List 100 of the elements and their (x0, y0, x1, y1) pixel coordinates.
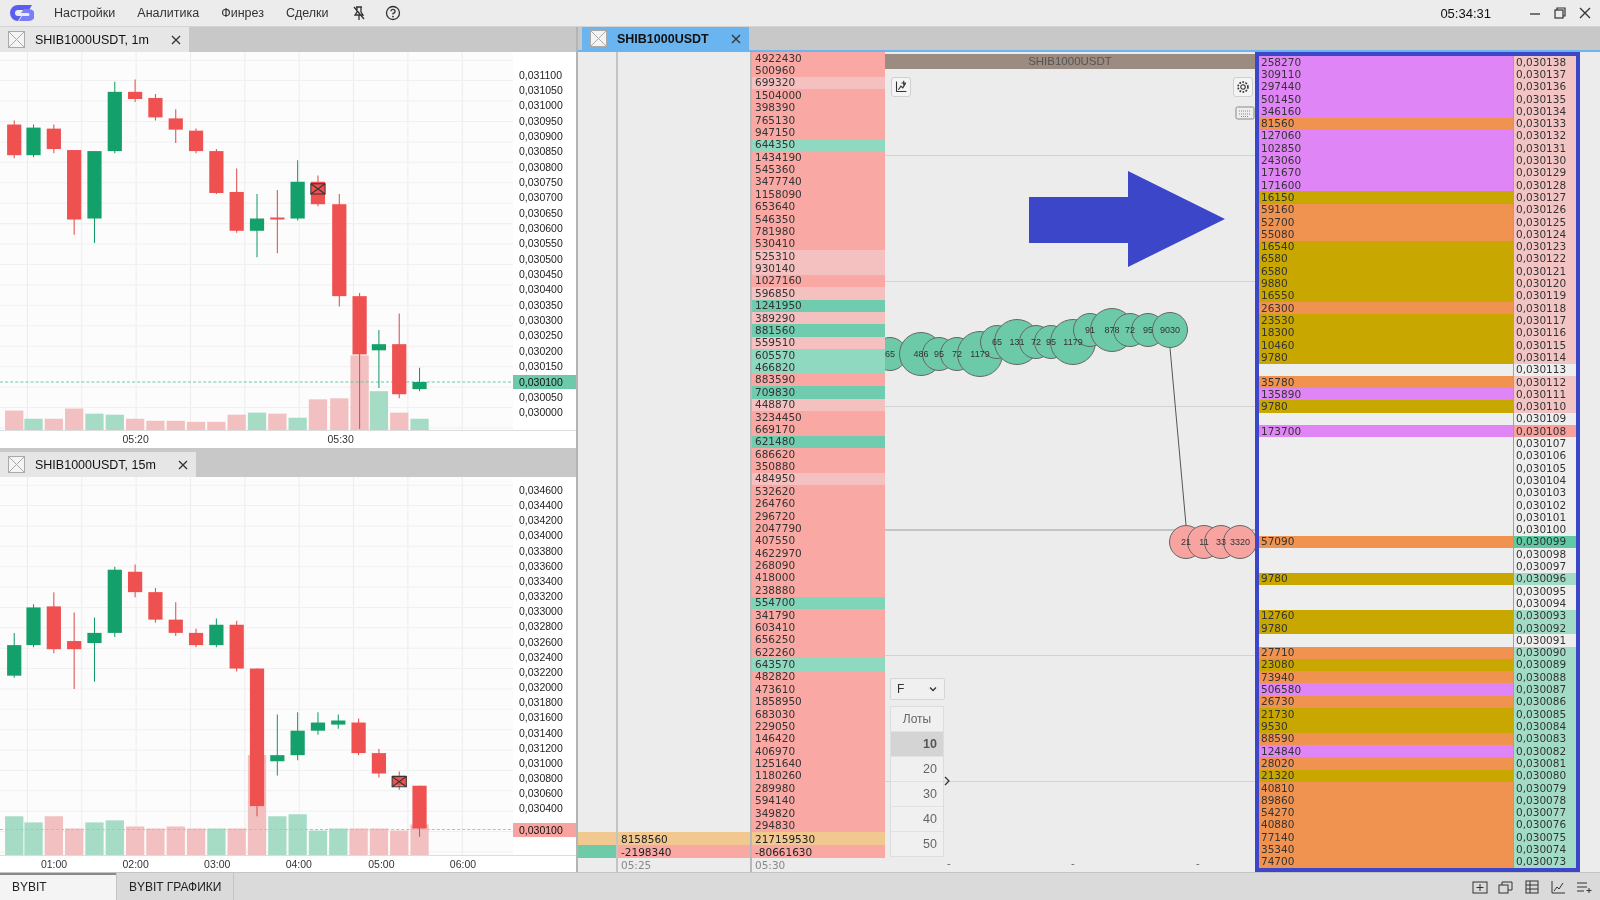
candle (229, 167, 244, 234)
price-axis-label: 0,032200 (519, 665, 563, 678)
time-axis-label: - (1196, 857, 1200, 869)
ladder-volume-cell: 506580 (1259, 683, 1513, 696)
volume-cell: 622260 (752, 646, 885, 659)
close-icon[interactable] (1578, 6, 1592, 20)
candle (249, 193, 265, 258)
candle (270, 189, 285, 254)
price-cell: 0,030113 (1513, 363, 1576, 376)
menu-item[interactable]: Сделки (285, 6, 329, 20)
price-axis-label: 0,030850 (519, 145, 563, 158)
chart-tab[interactable]: SHIB1000USDT, 1m (0, 27, 189, 52)
candle (46, 591, 61, 654)
volume-cell: 406970 (752, 745, 885, 758)
volume-bar (65, 828, 84, 855)
price-axis-label: 0,034000 (519, 529, 563, 542)
candle (46, 124, 61, 154)
list-icon[interactable] (1576, 879, 1592, 894)
candle (148, 587, 163, 624)
price-cell: 0,030099 (1513, 535, 1576, 549)
price-axis-label: 0,031400 (519, 726, 563, 739)
bubble-label: 72 (1031, 337, 1041, 347)
settings-icon[interactable] (1233, 77, 1253, 97)
close-icon[interactable] (177, 459, 188, 470)
ladder-volume-cell: 55080 (1259, 228, 1513, 241)
candle (351, 717, 366, 756)
bubble-label: 33 (1216, 537, 1226, 547)
total-cell: 8158560 (618, 832, 752, 845)
price-axis-label: 0,030050 (519, 390, 563, 403)
lot-size-option[interactable]: 40 (891, 806, 943, 831)
price-axis-label: 0,033200 (519, 590, 563, 603)
price-cell: 0,030088 (1513, 671, 1576, 684)
add-chart-icon[interactable] (891, 77, 911, 97)
exchange-tab[interactable]: BYBIT ГРАФИКИ (117, 873, 235, 900)
current-price-label: 0,030100 (513, 822, 576, 837)
ladder-volume-cell: 258270 (1259, 56, 1513, 69)
candle (26, 603, 41, 648)
restore-icon[interactable] (1553, 6, 1567, 20)
candle (7, 632, 22, 679)
bubble-label: 11 (1199, 537, 1209, 547)
price-axis-label: 0,030400 (519, 802, 563, 815)
close-icon[interactable] (730, 33, 741, 44)
volume-cell: 500960 (752, 64, 885, 77)
volume-bar (207, 828, 226, 855)
time-axis-label: 02:00 (122, 858, 149, 870)
volume-cell: 603410 (752, 621, 885, 634)
bubble-label: 9030 (1160, 325, 1180, 335)
table-icon[interactable] (1524, 879, 1540, 894)
price-cell: 0,030130 (1513, 154, 1576, 167)
chart-icon[interactable] (1550, 879, 1566, 894)
volume-cell: 781980 (752, 225, 885, 238)
time-axis-label: 01:00 (40, 858, 68, 870)
volume-cell: 947150 (752, 126, 885, 139)
ladder-volume-cell: 26300 (1259, 302, 1513, 315)
candle (229, 620, 244, 673)
app-logo-icon (8, 4, 34, 22)
volume-cell: 473610 (752, 683, 885, 696)
bubble-label: 486 (913, 349, 929, 359)
windows-icon[interactable] (1498, 879, 1514, 894)
menu-item[interactable]: Финрез (221, 6, 264, 20)
close-icon[interactable] (170, 34, 181, 45)
candle (290, 159, 305, 222)
time-axis-label: - (1071, 857, 1075, 869)
volume-bar (105, 820, 124, 855)
lot-size-option[interactable]: 20 (891, 756, 943, 781)
menu-item[interactable]: Настройки (54, 6, 116, 20)
filter-dropdown[interactable]: F (890, 678, 945, 700)
price-axis-label: 0,031800 (519, 696, 563, 709)
price-axis-label: 0,031100 (519, 68, 562, 81)
volume-bar (85, 822, 104, 855)
price-cell: 0,030134 (1513, 105, 1576, 118)
exchange-tab[interactable]: BYBIT (0, 873, 117, 900)
candle (310, 711, 326, 736)
price-axis-label: 0,034400 (519, 499, 563, 512)
price-cell: 0,030111 (1513, 388, 1576, 401)
chevron-icon[interactable] (943, 776, 951, 786)
price-axis-label: 0,030400 (519, 283, 563, 296)
price-cell: 0,030077 (1513, 806, 1576, 819)
volume-cell: 238880 (752, 584, 885, 597)
lot-size-option[interactable]: 10 (891, 731, 943, 756)
bubble-label: 1179 (1063, 337, 1083, 347)
volume-bar (125, 826, 145, 855)
candle (7, 119, 22, 159)
lots-header: Лоты (901, 711, 933, 728)
price-cell: 0,030075 (1513, 831, 1576, 844)
ladder-volume-cell: 9780 (1259, 572, 1513, 585)
menu-item[interactable]: Аналитика (137, 6, 200, 20)
candle (209, 148, 224, 195)
lot-size-option[interactable]: 30 (891, 781, 943, 806)
chart-tab[interactable]: SHIB1000USDT (582, 27, 749, 50)
help-icon[interactable] (384, 5, 401, 21)
price-axis-label: 0,031000 (519, 756, 563, 769)
candle (371, 329, 386, 389)
chart-tab[interactable]: SHIB1000USDT, 15m (0, 452, 196, 477)
add-window-icon[interactable] (1472, 879, 1488, 894)
lot-size-option[interactable]: 50 (891, 831, 943, 856)
price-cell: 0,030118 (1513, 302, 1576, 315)
volume-cell: 294830 (752, 819, 885, 832)
trade-marker-icon (310, 183, 326, 195)
volume-cell: 350880 (752, 460, 885, 473)
